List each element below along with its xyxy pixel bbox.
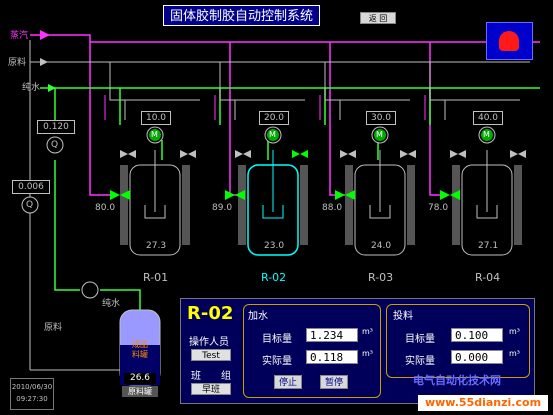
- r02-name: R-02: [261, 271, 287, 284]
- valve-icon[interactable]: [335, 190, 345, 200]
- pause-button[interactable]: 暂停: [320, 375, 348, 389]
- reactor-r04[interactable]: [452, 126, 522, 256]
- r04-valve-temp: 78.0: [428, 203, 449, 213]
- r01-name: R-01: [143, 271, 169, 284]
- steam-label: 蒸汽: [10, 31, 29, 41]
- operator-field[interactable]: Test: [191, 349, 231, 361]
- water-group: 加水 目标量 1.234 m³ 实际量 0.118 m³ 停止 暂停: [243, 304, 381, 398]
- water-target-unit: m³: [362, 327, 373, 336]
- tank-level: 26.6: [124, 373, 156, 384]
- feed-target-input[interactable]: 0.100: [451, 328, 503, 342]
- water-actual-value: 0.118: [306, 350, 358, 364]
- r02-valve-temp: 89.0: [212, 203, 233, 213]
- shift-label-2: 组: [221, 371, 231, 382]
- tank-inlet-label: 原料: [44, 323, 63, 333]
- feed-section-title: 投料: [393, 311, 413, 322]
- feed-target-label: 目标量: [405, 334, 435, 345]
- water-flowmeter-label: Q: [51, 140, 59, 150]
- water-flow-value: 0.120: [37, 120, 75, 134]
- water-target-input[interactable]: 1.234: [306, 328, 358, 342]
- pump-icon[interactable]: [81, 281, 99, 299]
- feed-actual-label: 实际量: [405, 356, 435, 367]
- feed-actual-unit: m³: [509, 349, 520, 358]
- r01-setpoint[interactable]: 10.0: [141, 111, 171, 125]
- operator-label: 操作人员: [189, 337, 229, 348]
- r02-vessel-temp: 23.0: [264, 241, 285, 251]
- time-text: 09:27:30: [16, 395, 48, 403]
- r04-setpoint[interactable]: 40.0: [473, 111, 503, 125]
- alarm-indicator[interactable]: [486, 22, 533, 60]
- tank-name: 原料罐: [122, 386, 158, 397]
- shift-label-1: 班: [191, 371, 201, 382]
- r01-motor-label: M: [151, 130, 158, 139]
- material-flow-value: 0.006: [12, 180, 50, 194]
- panel-reactor-name: R-02: [187, 303, 234, 324]
- feed-actual-value: 0.000: [451, 350, 503, 364]
- water-actual-unit: m³: [362, 349, 373, 358]
- r03-vessel-temp: 24.0: [371, 241, 392, 251]
- material-label: 原料: [8, 58, 27, 68]
- stop-button[interactable]: 停止: [274, 375, 302, 389]
- valve-icon[interactable]: [440, 190, 450, 200]
- r02-setpoint[interactable]: 20.0: [259, 111, 289, 125]
- steam-arrow-icon: [40, 30, 50, 40]
- pump-label: 纯水: [102, 299, 121, 309]
- r04-motor-label: M: [483, 130, 490, 139]
- datetime-box: 2010/06/30 09:27:30: [10, 378, 54, 410]
- watermark-cn: 电气自动化技术网: [413, 374, 501, 387]
- reactor-r01[interactable]: [120, 126, 190, 256]
- water-actual-label: 实际量: [262, 356, 292, 367]
- r01-vessel-temp: 27.3: [146, 241, 167, 251]
- material-flowmeter-label: Q: [26, 200, 34, 210]
- feed-target-unit: m³: [509, 327, 520, 336]
- pure-water-label: 纯水: [22, 83, 41, 93]
- feed-group: 投料 目标量 0.100 m³ 实际量 0.000 m³: [386, 304, 530, 378]
- valve-icon[interactable]: [110, 190, 120, 200]
- watermark-url: www.55dianzi.com: [418, 395, 548, 411]
- water-target-label: 目标量: [262, 334, 292, 345]
- r03-motor-label: M: [376, 130, 383, 139]
- r04-vessel-temp: 27.1: [478, 241, 499, 251]
- reactor-r03[interactable]: [345, 126, 415, 256]
- r02-motor-label: M: [269, 130, 276, 139]
- page-title: 固体胶制胶自动控制系统: [163, 5, 320, 26]
- shift-field[interactable]: 早班: [191, 383, 231, 395]
- material-arrow-icon: [40, 58, 48, 66]
- reactor-r02[interactable]: [238, 126, 308, 256]
- r03-name: R-03: [368, 271, 394, 284]
- water-section-title: 加水: [248, 311, 268, 322]
- alarm-light-icon: [499, 31, 519, 51]
- r04-name: R-04: [475, 271, 501, 284]
- date-text: 2010/06/30: [11, 383, 53, 391]
- tank-label: 成品 料罐: [132, 340, 148, 359]
- back-button[interactable]: 返 回: [360, 12, 396, 24]
- control-panel: R-02 操作人员 Test 班 组 早班 加水 目标量 1.234 m³ 实际…: [180, 298, 535, 404]
- r03-setpoint[interactable]: 30.0: [366, 111, 396, 125]
- r01-valve-temp: 80.0: [95, 203, 116, 213]
- r03-valve-temp: 88.0: [322, 203, 343, 213]
